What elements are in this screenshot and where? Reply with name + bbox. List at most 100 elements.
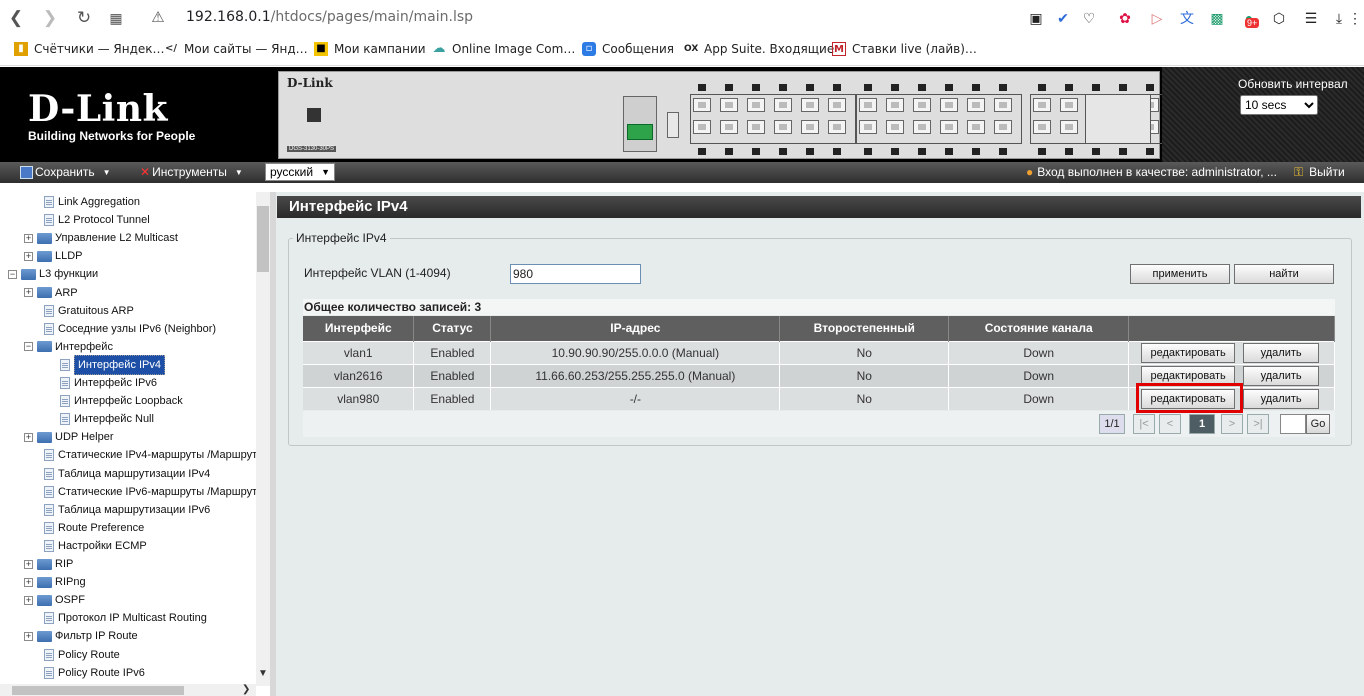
- ethernet-port[interactable]: [747, 120, 765, 134]
- collapse-icon[interactable]: −: [8, 269, 17, 279]
- tree-item[interactable]: Route Preference: [44, 519, 144, 537]
- tree-item[interactable]: Policy Route: [44, 646, 120, 664]
- bookmark-item[interactable]: M Ставки live (лайв)…: [832, 42, 977, 56]
- ethernet-port[interactable]: [994, 120, 1012, 134]
- ethernet-port[interactable]: [886, 120, 904, 134]
- tree-item[interactable]: Интерфейс Loopback: [60, 392, 183, 410]
- expand-icon[interactable]: +: [24, 631, 33, 641]
- heart-icon[interactable]: ♡: [1080, 9, 1098, 27]
- ethernet-port[interactable]: [774, 98, 792, 112]
- warning-icon[interactable]: ⚠: [148, 8, 168, 28]
- current-page-button[interactable]: 1: [1189, 414, 1215, 434]
- tree-item[interactable]: + Фильтр IP Route: [24, 627, 138, 645]
- back-icon[interactable]: ❮: [6, 8, 26, 28]
- tree-vertical-scrollbar[interactable]: ▼: [256, 192, 270, 686]
- tree-item[interactable]: + LLDP: [24, 247, 83, 265]
- apps-grid-icon[interactable]: ▦: [106, 8, 126, 28]
- tree-item[interactable]: + RIP: [24, 555, 73, 573]
- ethernet-port[interactable]: [859, 120, 877, 134]
- ethernet-port[interactable]: [828, 98, 846, 112]
- delete-button[interactable]: удалить: [1243, 342, 1320, 363]
- expand-icon[interactable]: +: [24, 432, 33, 442]
- language-select[interactable]: русский ▼: [265, 163, 335, 181]
- ethernet-port[interactable]: [801, 120, 819, 134]
- expand-icon[interactable]: +: [24, 251, 33, 261]
- ethernet-port[interactable]: [913, 120, 931, 134]
- delete-button[interactable]: удалить: [1243, 388, 1320, 409]
- bookmark-item[interactable]: ■ Мои кампании: [314, 42, 426, 56]
- scroll-down-icon[interactable]: ▼: [258, 668, 268, 679]
- ethernet-port[interactable]: [828, 120, 846, 134]
- tree-item[interactable]: Link Aggregation: [44, 193, 140, 211]
- forward-icon[interactable]: ❯: [40, 8, 60, 28]
- ethernet-port[interactable]: [1033, 120, 1051, 134]
- ethernet-port[interactable]: [859, 98, 877, 112]
- tree-item[interactable]: + Управление L2 Multicast: [24, 229, 178, 247]
- cube-icon[interactable]: ⬡: [1270, 9, 1288, 27]
- tree-item[interactable]: − L3 функции: [8, 265, 98, 283]
- translate-icon[interactable]: 文: [1178, 9, 1196, 27]
- expand-icon[interactable]: +: [24, 288, 33, 297]
- tree-item[interactable]: Интерфейс Null: [60, 410, 154, 428]
- tree-item[interactable]: Таблица маршрутизации IPv4: [44, 465, 210, 483]
- bookmark-item[interactable]: ☁ Online Image Com…: [432, 42, 576, 57]
- expand-icon[interactable]: +: [24, 595, 33, 605]
- ethernet-port[interactable]: [720, 120, 738, 134]
- ethernet-port[interactable]: [747, 98, 765, 112]
- tree-item[interactable]: Соседние узлы IPv6 (Neighbor): [44, 320, 216, 338]
- ethernet-port[interactable]: [801, 98, 819, 112]
- ethernet-port[interactable]: [1033, 98, 1051, 112]
- tree-item[interactable]: Gratuitous ARP: [44, 302, 134, 320]
- page-input[interactable]: [1280, 414, 1306, 434]
- bookmark-item[interactable]: OX App Suite. Входящие: [684, 42, 834, 56]
- logout-button[interactable]: ⚿ Выйти: [1294, 165, 1345, 180]
- prev-page-button[interactable]: <: [1159, 414, 1181, 434]
- tree-item[interactable]: + OSPF: [24, 591, 85, 609]
- camera-icon[interactable]: ▣: [1027, 9, 1045, 27]
- ethernet-port[interactable]: [994, 98, 1012, 112]
- expand-icon[interactable]: +: [24, 233, 33, 243]
- scrollbar-thumb[interactable]: [257, 206, 269, 272]
- tree-item[interactable]: Протокол IP Multicast Routing: [44, 609, 207, 627]
- bookmark-item[interactable]: ▫ Сообщения: [582, 42, 674, 56]
- tools-menu[interactable]: ✕ Инструменты ▼: [140, 165, 243, 179]
- ethernet-port[interactable]: [720, 98, 738, 112]
- shield-check-icon[interactable]: ✔: [1054, 9, 1072, 27]
- ethernet-port[interactable]: [693, 120, 711, 134]
- delete-button[interactable]: удалить: [1243, 365, 1320, 386]
- collapse-icon[interactable]: −: [24, 342, 33, 352]
- reload-icon[interactable]: ↻: [74, 8, 94, 28]
- ethernet-port[interactable]: [1060, 98, 1078, 112]
- tree-item[interactable]: Статические IPv4-маршруты /Маршрут: [44, 446, 256, 464]
- address-bar[interactable]: 192.168.0.1/htdocs/pages/main/main.lsp: [186, 9, 473, 25]
- last-page-button[interactable]: >|: [1247, 414, 1269, 434]
- find-button[interactable]: найти: [1234, 264, 1334, 284]
- color-wheel-icon[interactable]: ✿: [1116, 9, 1134, 27]
- ethernet-port[interactable]: [940, 120, 958, 134]
- scroll-right-icon[interactable]: ❯: [242, 684, 250, 695]
- ethernet-port[interactable]: [886, 98, 904, 112]
- ethernet-port[interactable]: [967, 120, 985, 134]
- tree-item[interactable]: − Интерфейс: [24, 338, 113, 356]
- first-page-button[interactable]: |<: [1133, 414, 1155, 434]
- tree-item[interactable]: Policy Route IPv6: [44, 664, 145, 682]
- tree-item[interactable]: Таблица маршрутизации IPv6: [44, 501, 210, 519]
- ethernet-port[interactable]: [774, 120, 792, 134]
- switch-front-panel[interactable]: D-Link DGS-3130-30PS: [278, 71, 1252, 159]
- tree-horizontal-scrollbar[interactable]: ❯: [0, 684, 256, 696]
- tree-item[interactable]: Интерфейс IPv6: [60, 374, 157, 392]
- play-extension-icon[interactable]: ▷: [1148, 9, 1166, 27]
- ethernet-port[interactable]: [967, 98, 985, 112]
- bookmark-item[interactable]: ▮ Счётчики — Яндек…: [14, 42, 165, 56]
- scrollbar-thumb[interactable]: [12, 686, 184, 695]
- vlan-input[interactable]: 980: [510, 264, 641, 284]
- refresh-select[interactable]: 10 secs: [1240, 95, 1318, 115]
- tree-item[interactable]: + ARP: [24, 284, 78, 302]
- tree-item[interactable]: Настройки ECMP: [44, 537, 147, 555]
- tree-item[interactable]: Интерфейс IPv4: [60, 354, 166, 375]
- tree-item[interactable]: + RIPng: [24, 573, 86, 591]
- tree-item[interactable]: L2 Protocol Tunnel: [44, 211, 150, 229]
- go-button[interactable]: Go: [1306, 414, 1330, 434]
- menu-icon[interactable]: ⋮: [1346, 9, 1364, 27]
- tree-item[interactable]: Статические IPv6-маршруты /Маршрут: [44, 483, 256, 501]
